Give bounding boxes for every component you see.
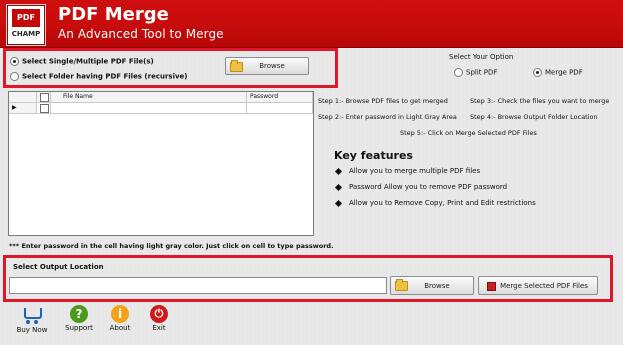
column-file-name: File Name	[51, 92, 247, 103]
bullet-icon	[334, 167, 343, 175]
pdf-champ-logo: PDF CHAMP	[6, 4, 46, 46]
column-password: Password	[247, 92, 313, 103]
step-2: Step 2:- Enter password in Light Gray Ar…	[318, 113, 457, 121]
output-location-label: Select Output Location	[13, 263, 104, 271]
exit-button[interactable]: ⏻ Exit	[141, 305, 177, 332]
exit-label: Exit	[152, 324, 166, 332]
password-note: *** Enter password in the cell having li…	[9, 242, 334, 250]
row-selector: ▶	[9, 103, 37, 114]
bullet-icon	[334, 183, 343, 191]
power-icon: ⏻	[150, 305, 168, 323]
mode-title: Select Your Option	[449, 53, 514, 61]
row-checkbox[interactable]	[40, 104, 49, 113]
step-1: Step 1:- Browse PDF files to get merged	[318, 97, 448, 105]
support-button[interactable]: ? Support	[61, 305, 97, 332]
buy-now-button[interactable]: Buy Now	[14, 305, 50, 334]
feature-item: Password Allow you to remove PDF passwor…	[334, 183, 508, 191]
radio-single-files[interactable]	[10, 57, 19, 66]
radio-merge[interactable]	[533, 68, 542, 77]
key-features-title: Key features	[334, 149, 413, 162]
row-file-name-cell[interactable]	[51, 103, 247, 114]
output-browse-button[interactable]: Browse	[390, 276, 474, 295]
feature-item: Allow you to Remove Copy, Print and Edit…	[334, 199, 536, 207]
about-label: About	[109, 324, 131, 332]
option-split[interactable]: Split PDF	[454, 68, 497, 77]
select-all-checkbox[interactable]	[40, 93, 49, 102]
option-folder-label: Select Folder having PDF Files (recursiv…	[22, 72, 188, 81]
info-icon: i	[111, 305, 129, 323]
logo-bottom-text: CHAMP	[11, 30, 41, 38]
step-5: Step 5:- Click on Merge Selected PDF Fil…	[400, 129, 537, 137]
feature-item: Allow you to merge multiple PDF files	[334, 167, 481, 175]
option-single-label: Select Single/Multiple PDF File(s)	[22, 57, 154, 66]
feature-text: Allow you to merge multiple PDF files	[349, 167, 481, 175]
radio-split[interactable]	[454, 68, 463, 77]
grid-header-row: File Name Password	[9, 92, 313, 103]
app-subtitle: An Advanced Tool to Merge	[58, 27, 224, 41]
step-3: Step 3:- Check the files you want to mer…	[470, 97, 610, 105]
buy-now-label: Buy Now	[16, 326, 48, 334]
feature-text: Password Allow you to remove PDF passwor…	[349, 183, 508, 191]
option-single-files[interactable]: Select Single/Multiple PDF File(s)	[10, 57, 154, 66]
support-label: Support	[65, 324, 93, 332]
select-all-cell[interactable]	[37, 92, 51, 103]
merge-label: Merge PDF	[545, 68, 583, 77]
folder-icon	[395, 279, 408, 291]
output-browse-label: Browse	[424, 282, 450, 290]
about-button[interactable]: i About	[102, 305, 138, 332]
step-4: Step 4:- Browse Output Folder Location	[470, 113, 598, 121]
app-title: PDF Merge	[58, 4, 169, 25]
help-icon: ?	[70, 305, 88, 323]
row-check-cell[interactable]	[37, 103, 51, 114]
folder-icon	[230, 60, 243, 72]
option-merge[interactable]: Merge PDF	[533, 68, 583, 77]
output-path-input[interactable]	[9, 277, 387, 294]
split-label: Split PDF	[466, 68, 498, 77]
merge-icon	[487, 282, 496, 291]
app-header: PDF CHAMP PDF Merge An Advanced Tool to …	[0, 0, 623, 48]
file-grid[interactable]: File Name Password ▶	[8, 91, 314, 236]
grid-corner	[9, 92, 37, 103]
radio-folder[interactable]	[10, 72, 19, 81]
cart-icon	[21, 305, 43, 325]
logo-top-text: PDF	[12, 9, 40, 27]
feature-text: Allow you to Remove Copy, Print and Edit…	[349, 199, 536, 207]
option-folder[interactable]: Select Folder having PDF Files (recursiv…	[10, 72, 187, 81]
row-password-cell[interactable]	[247, 103, 313, 114]
bullet-icon	[334, 199, 343, 207]
source-browse-button[interactable]: Browse	[225, 57, 309, 75]
merge-selected-button[interactable]: Merge Selected PDF Files	[478, 276, 598, 295]
source-browse-label: Browse	[259, 62, 285, 70]
merge-selected-label: Merge Selected PDF Files	[500, 282, 588, 290]
table-row[interactable]: ▶	[9, 103, 313, 114]
